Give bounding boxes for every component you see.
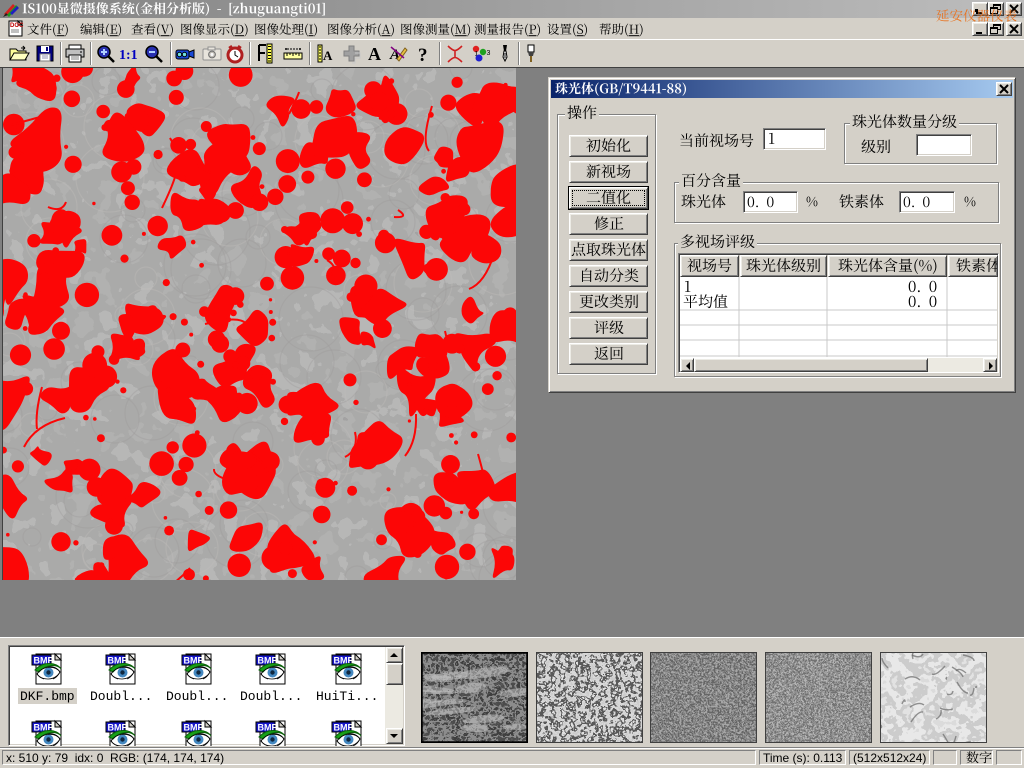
svg-text:?: ? xyxy=(418,45,428,65)
svg-text:DOC: DOC xyxy=(10,23,24,29)
svg-text:3: 3 xyxy=(487,50,491,57)
svg-text:A: A xyxy=(323,48,333,63)
svg-text:A: A xyxy=(368,44,381,64)
svg-text:1:1: 1:1 xyxy=(119,48,138,63)
